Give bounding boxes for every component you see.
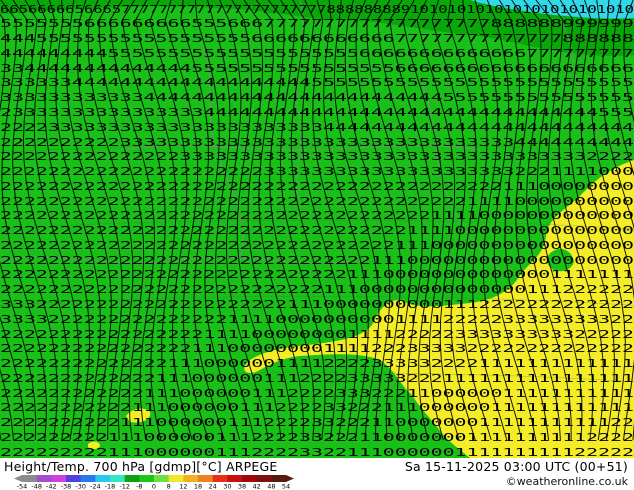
- contour-label-row: 2222222221110000001112222332211100000011…: [0, 446, 634, 458]
- color-scale-swatch: [124, 475, 140, 482]
- color-scale-swatch: [242, 475, 257, 482]
- contour-label-row: 2222222222211100000011122223322211100000…: [0, 401, 634, 414]
- color-scale-swatch: [154, 475, 169, 482]
- map-footer: Height/Temp. 700 hPa [gdmp][°C] ARPEGE S…: [0, 458, 634, 490]
- color-scale-swatch: [22, 475, 37, 482]
- contour-label-row: 2222222222222222222222222222222222222221…: [0, 195, 634, 208]
- color-scale-swatch: [36, 475, 52, 482]
- color-scale-swatch: [198, 475, 213, 482]
- color-scale-tick: 38: [238, 483, 246, 490]
- color-scale-bars: [14, 475, 294, 482]
- color-scale-swatch: [256, 475, 272, 482]
- contour-label-row: 6656666656665777777777777777777777788888…: [0, 3, 634, 16]
- contour-label-row: 2222222222222222222222222222222222111100…: [0, 224, 634, 237]
- contour-label-row: 2222222222222111000000111222233333222111…: [0, 372, 634, 385]
- contour-label-row: 2222222222222222222222222222222111000000…: [0, 254, 634, 267]
- color-scale-tick: 24: [209, 483, 217, 490]
- color-scale-ticks: -54 -48 -42 -38 -30 -24 -18 -12 -8 0 8 12 18 24 30 38 42…: [17, 483, 290, 490]
- contour-label-row: 2222222222221110000001112222333222110000…: [0, 387, 634, 400]
- color-scale-tick: -54: [17, 483, 28, 490]
- color-scale-swatch: [139, 475, 155, 482]
- contour-label-row: 2222333333333333333333333334444444444444…: [0, 121, 634, 134]
- contour-label-row: 2222222222222222211110000000011112222233…: [0, 328, 634, 341]
- color-scale-swatch: [51, 475, 67, 482]
- color-scale-tick: 42: [253, 483, 261, 490]
- scale-arrow-right: [286, 475, 294, 482]
- contour-label-row: 3333333333334444444444444444444444444555…: [0, 91, 634, 104]
- contour-label-row: 4445555555555555555556666666666667777777…: [0, 32, 634, 45]
- contour-label-row: 3333222222222222222111100000000001111222…: [0, 313, 634, 326]
- map-title: Height/Temp. 700 hPa [gdmp][°C] ARPEGE: [4, 459, 278, 474]
- contour-label-row: 2222222222111000000111222233222110000000…: [0, 416, 634, 429]
- color-scale-tick: -48: [31, 483, 42, 490]
- weather-map: 6656666656665777777777777777777777788888…: [0, 0, 634, 458]
- contour-label-row: 2222222222222222222222222222222222221111…: [0, 209, 634, 222]
- contour-label-row: 3344444444444444555555555555555556666666…: [0, 62, 634, 75]
- color-scale-tick: 12: [179, 483, 187, 490]
- contour-label-row: 2222222222222222222222222222222221110000…: [0, 239, 634, 252]
- contour-label-row: 2222222221110000001112222332221100000001…: [0, 431, 634, 444]
- color-scale-tick: 54: [282, 483, 290, 490]
- contour-label-row: 2222222222222223333333333333333333333333…: [0, 150, 634, 163]
- contour-label-row: 3333334444444444444444444455555555555555…: [0, 76, 634, 89]
- contour-label-row: 2222222222222222222222222222222222222222…: [0, 180, 634, 193]
- color-scale-tick: 8: [167, 483, 171, 490]
- color-scale-tick: -18: [105, 483, 116, 490]
- color-scale-swatch: [95, 475, 111, 482]
- contour-label-row: 4444444445555555555555555555556666666666…: [0, 47, 634, 60]
- color-scale-swatch: [271, 475, 287, 482]
- color-scale-swatch: [183, 475, 199, 482]
- valid-datetime: Sa 15-11-2025 03:00 UTC (00+51): [404, 459, 628, 474]
- color-scale-tick: 48: [267, 483, 275, 490]
- color-scale-tick: -30: [75, 483, 86, 490]
- color-scale-tick: -12: [119, 483, 130, 490]
- contour-label-row: 2222222222222222222222222222211100000000…: [0, 268, 634, 281]
- contour-label-row: 2222222222222222222222333333333333333333…: [0, 165, 634, 178]
- color-scale-tick: -8: [136, 483, 142, 490]
- contour-label-row: 5555555666666666555666777777777777777777…: [0, 17, 634, 30]
- color-scale-tick: -42: [46, 483, 57, 490]
- color-scale-swatch: [110, 475, 125, 482]
- color-scale-swatch: [66, 475, 81, 482]
- contour-label-row: 2222222222333333333333333333333333333333…: [0, 136, 634, 149]
- color-scale-swatch: [212, 475, 228, 482]
- scale-arrow-left: [14, 475, 22, 482]
- color-scale-swatch: [80, 475, 96, 482]
- color-scale-tick: -38: [61, 483, 72, 490]
- contour-label-row: 2222222222222211100000011112222333332222…: [0, 357, 634, 370]
- color-scale-tick: 0: [152, 483, 156, 490]
- color-scale-swatch: [227, 475, 243, 482]
- color-scale-legend: -54 -48 -42 -38 -30 -24 -18 -12 -8 0 8 12 18 24 30 38 42…: [14, 475, 294, 489]
- color-scale-tick: 18: [194, 483, 202, 490]
- color-scale-swatch: [168, 475, 184, 482]
- contour-label-row: 2222222222222222111000000001111222333332…: [0, 342, 634, 355]
- color-scale-tick: -24: [90, 483, 101, 490]
- color-scale-tick: 30: [223, 483, 231, 490]
- source-credit: ©weatheronline.co.uk: [505, 475, 628, 488]
- contour-label-row: 3332222222222222222222221110000000000111…: [0, 298, 634, 311]
- contour-label-row: 2333333333333333344444444444444444444444…: [0, 106, 634, 119]
- contour-label-row: 2222222222222222222222222221110000000000…: [0, 283, 634, 296]
- contour-labels: 6656666656665777777777777777777777788888…: [0, 3, 634, 458]
